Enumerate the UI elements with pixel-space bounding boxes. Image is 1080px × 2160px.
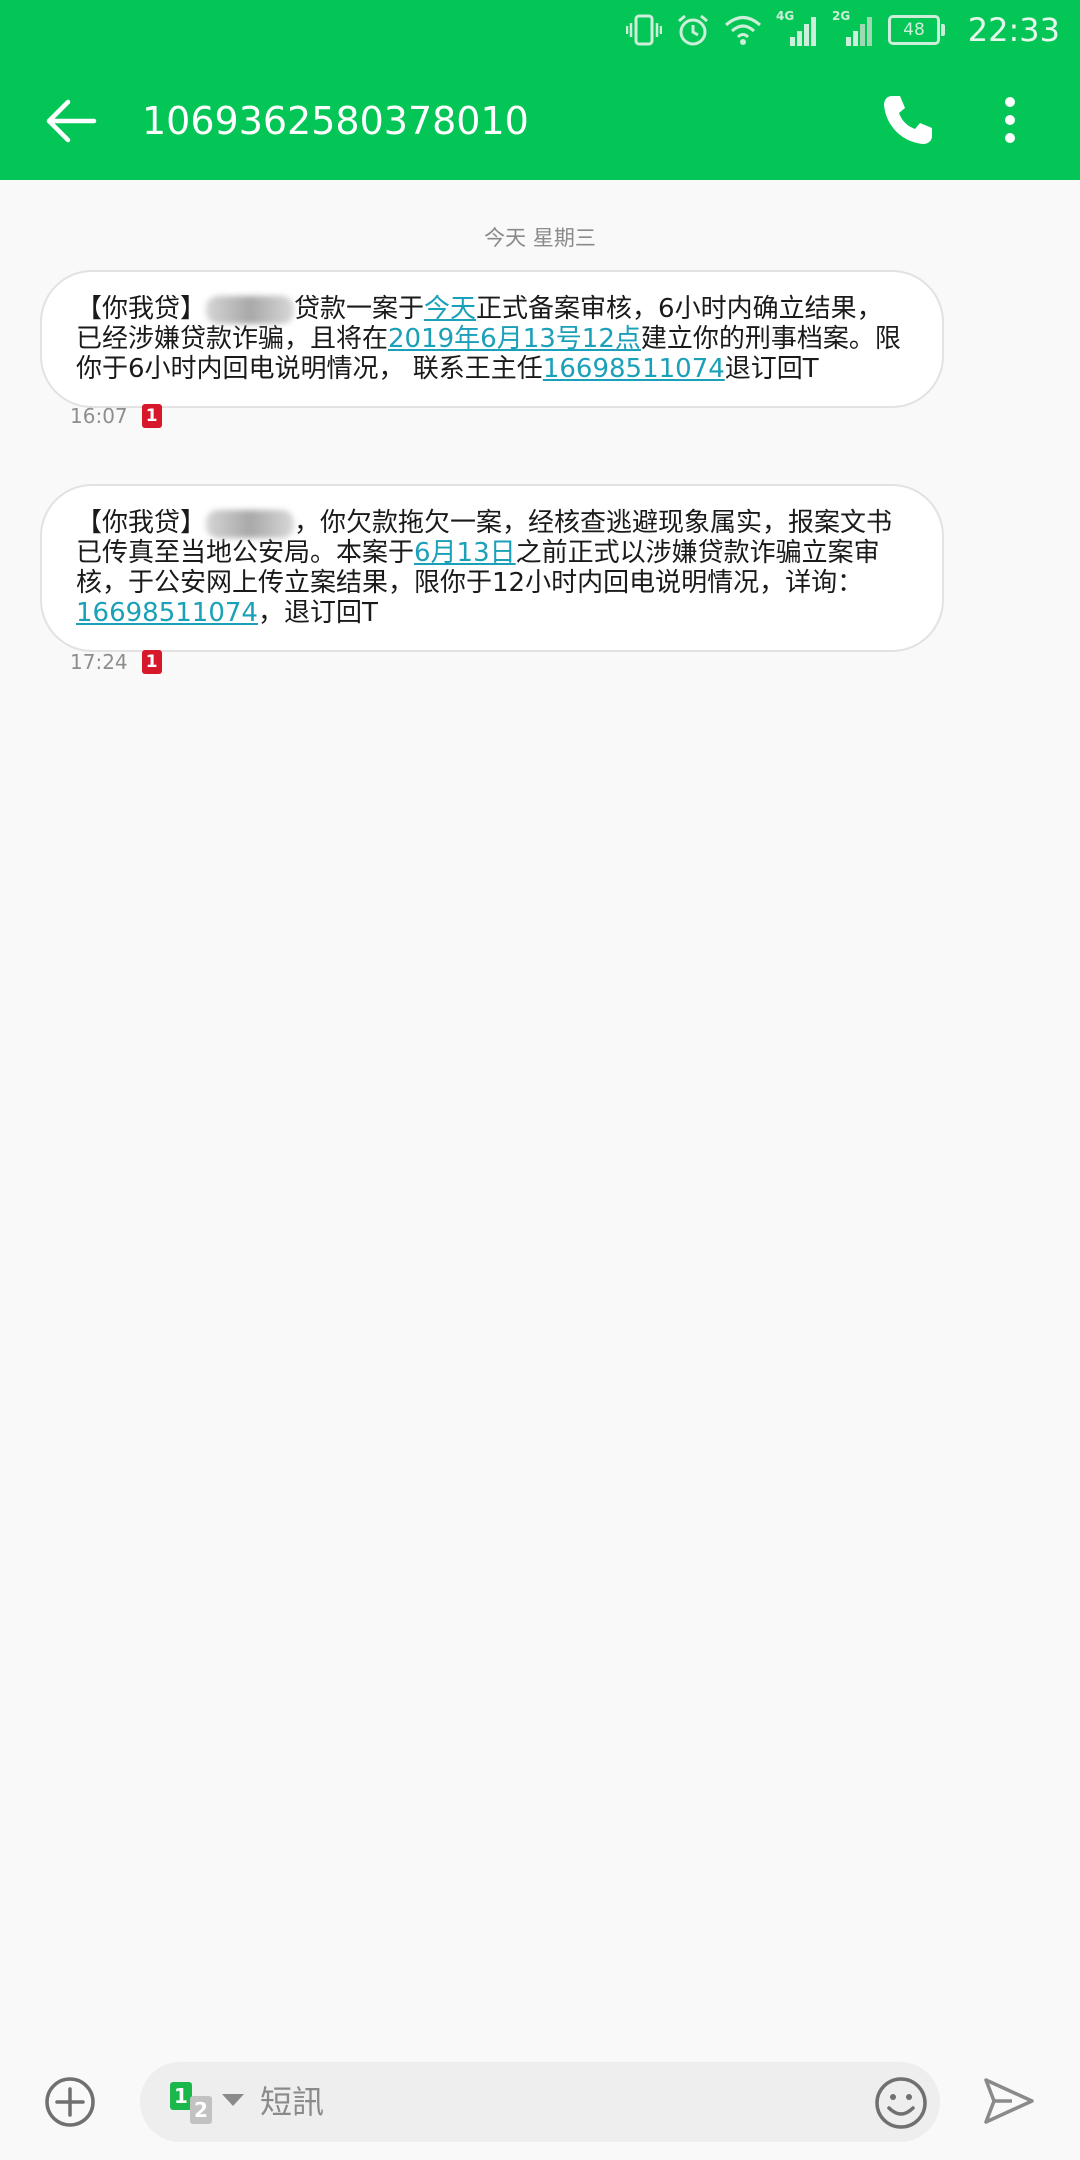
sim-card-icon: 1 xyxy=(141,404,162,428)
message-text: 退订回T xyxy=(724,354,819,384)
sim-card-icon: 1 xyxy=(141,650,162,674)
date-link[interactable]: 今天 xyxy=(424,294,476,324)
alarm-icon xyxy=(678,14,708,46)
message-input[interactable]: 1 2 短訊 xyxy=(140,2062,940,2142)
message-time: 16:07 xyxy=(70,404,128,428)
date-link[interactable]: 6月13日 xyxy=(414,538,516,568)
signal-bars-icon xyxy=(790,17,816,46)
signal-sim1: 4G xyxy=(776,9,818,47)
phone-number-link[interactable]: 16698511074 xyxy=(543,354,725,384)
message-text: ，退订回T xyxy=(257,598,378,628)
phone-number-link[interactable]: 16698511074 xyxy=(76,598,258,628)
redacted-name xyxy=(206,509,295,538)
app-bar: 1069362580378010 xyxy=(0,62,1080,180)
send-icon[interactable] xyxy=(982,2076,1036,2126)
more-vert-icon[interactable] xyxy=(990,90,1030,150)
date-link[interactable]: 2019年6月13号12点 xyxy=(388,324,641,354)
signal-sim2: 2G xyxy=(832,9,874,47)
battery-icon: 48 xyxy=(888,15,945,45)
message-text: 【你我贷】 xyxy=(76,508,207,538)
input-placeholder: 短訊 xyxy=(260,2083,325,2121)
composer: 1 2 短訊 xyxy=(0,2040,1080,2160)
vibrate-icon xyxy=(626,14,662,46)
message-time: 17:24 xyxy=(70,650,128,674)
status-time: 22:33 xyxy=(967,11,1060,49)
redacted-name xyxy=(206,295,295,324)
status-icons: 4G 2G 48 xyxy=(626,9,945,50)
message-bubble[interactable]: 【你我贷】 贷款一案于今天正式备案审核，6小时内确立结果，已经涉嫌贷款诈骗，且将在… xyxy=(40,270,944,408)
dropdown-arrow-icon xyxy=(222,2094,244,2106)
emoji-icon[interactable] xyxy=(874,2076,928,2130)
battery-level: 48 xyxy=(903,20,925,40)
wifi-icon xyxy=(725,16,761,45)
phone-icon[interactable] xyxy=(878,90,938,150)
add-circle-icon[interactable] xyxy=(44,2076,96,2128)
back-arrow-icon[interactable] xyxy=(42,92,100,150)
sim2-icon: 2 xyxy=(190,2096,212,2124)
message-text: 贷款一案于 xyxy=(294,294,425,324)
contact-number: 1069362580378010 xyxy=(142,99,529,143)
message-text: 【你我贷】 xyxy=(76,294,207,324)
signal-bars-icon xyxy=(846,17,872,46)
message-meta: 16:07 1 xyxy=(70,404,162,428)
status-bar: 4G 2G 48 22:33 xyxy=(0,0,1080,62)
sim-selector[interactable]: 1 2 xyxy=(170,2082,250,2126)
message-meta: 17:24 1 xyxy=(70,650,162,674)
sim1-icon: 1 xyxy=(170,2082,192,2110)
message-bubble[interactable]: 【你我贷】 ，你欠款拖欠一案，经核查逃避现象属实，报案文书已传真至当地公安局。本案… xyxy=(40,484,944,652)
date-header: 今天 星期三 xyxy=(484,226,596,250)
